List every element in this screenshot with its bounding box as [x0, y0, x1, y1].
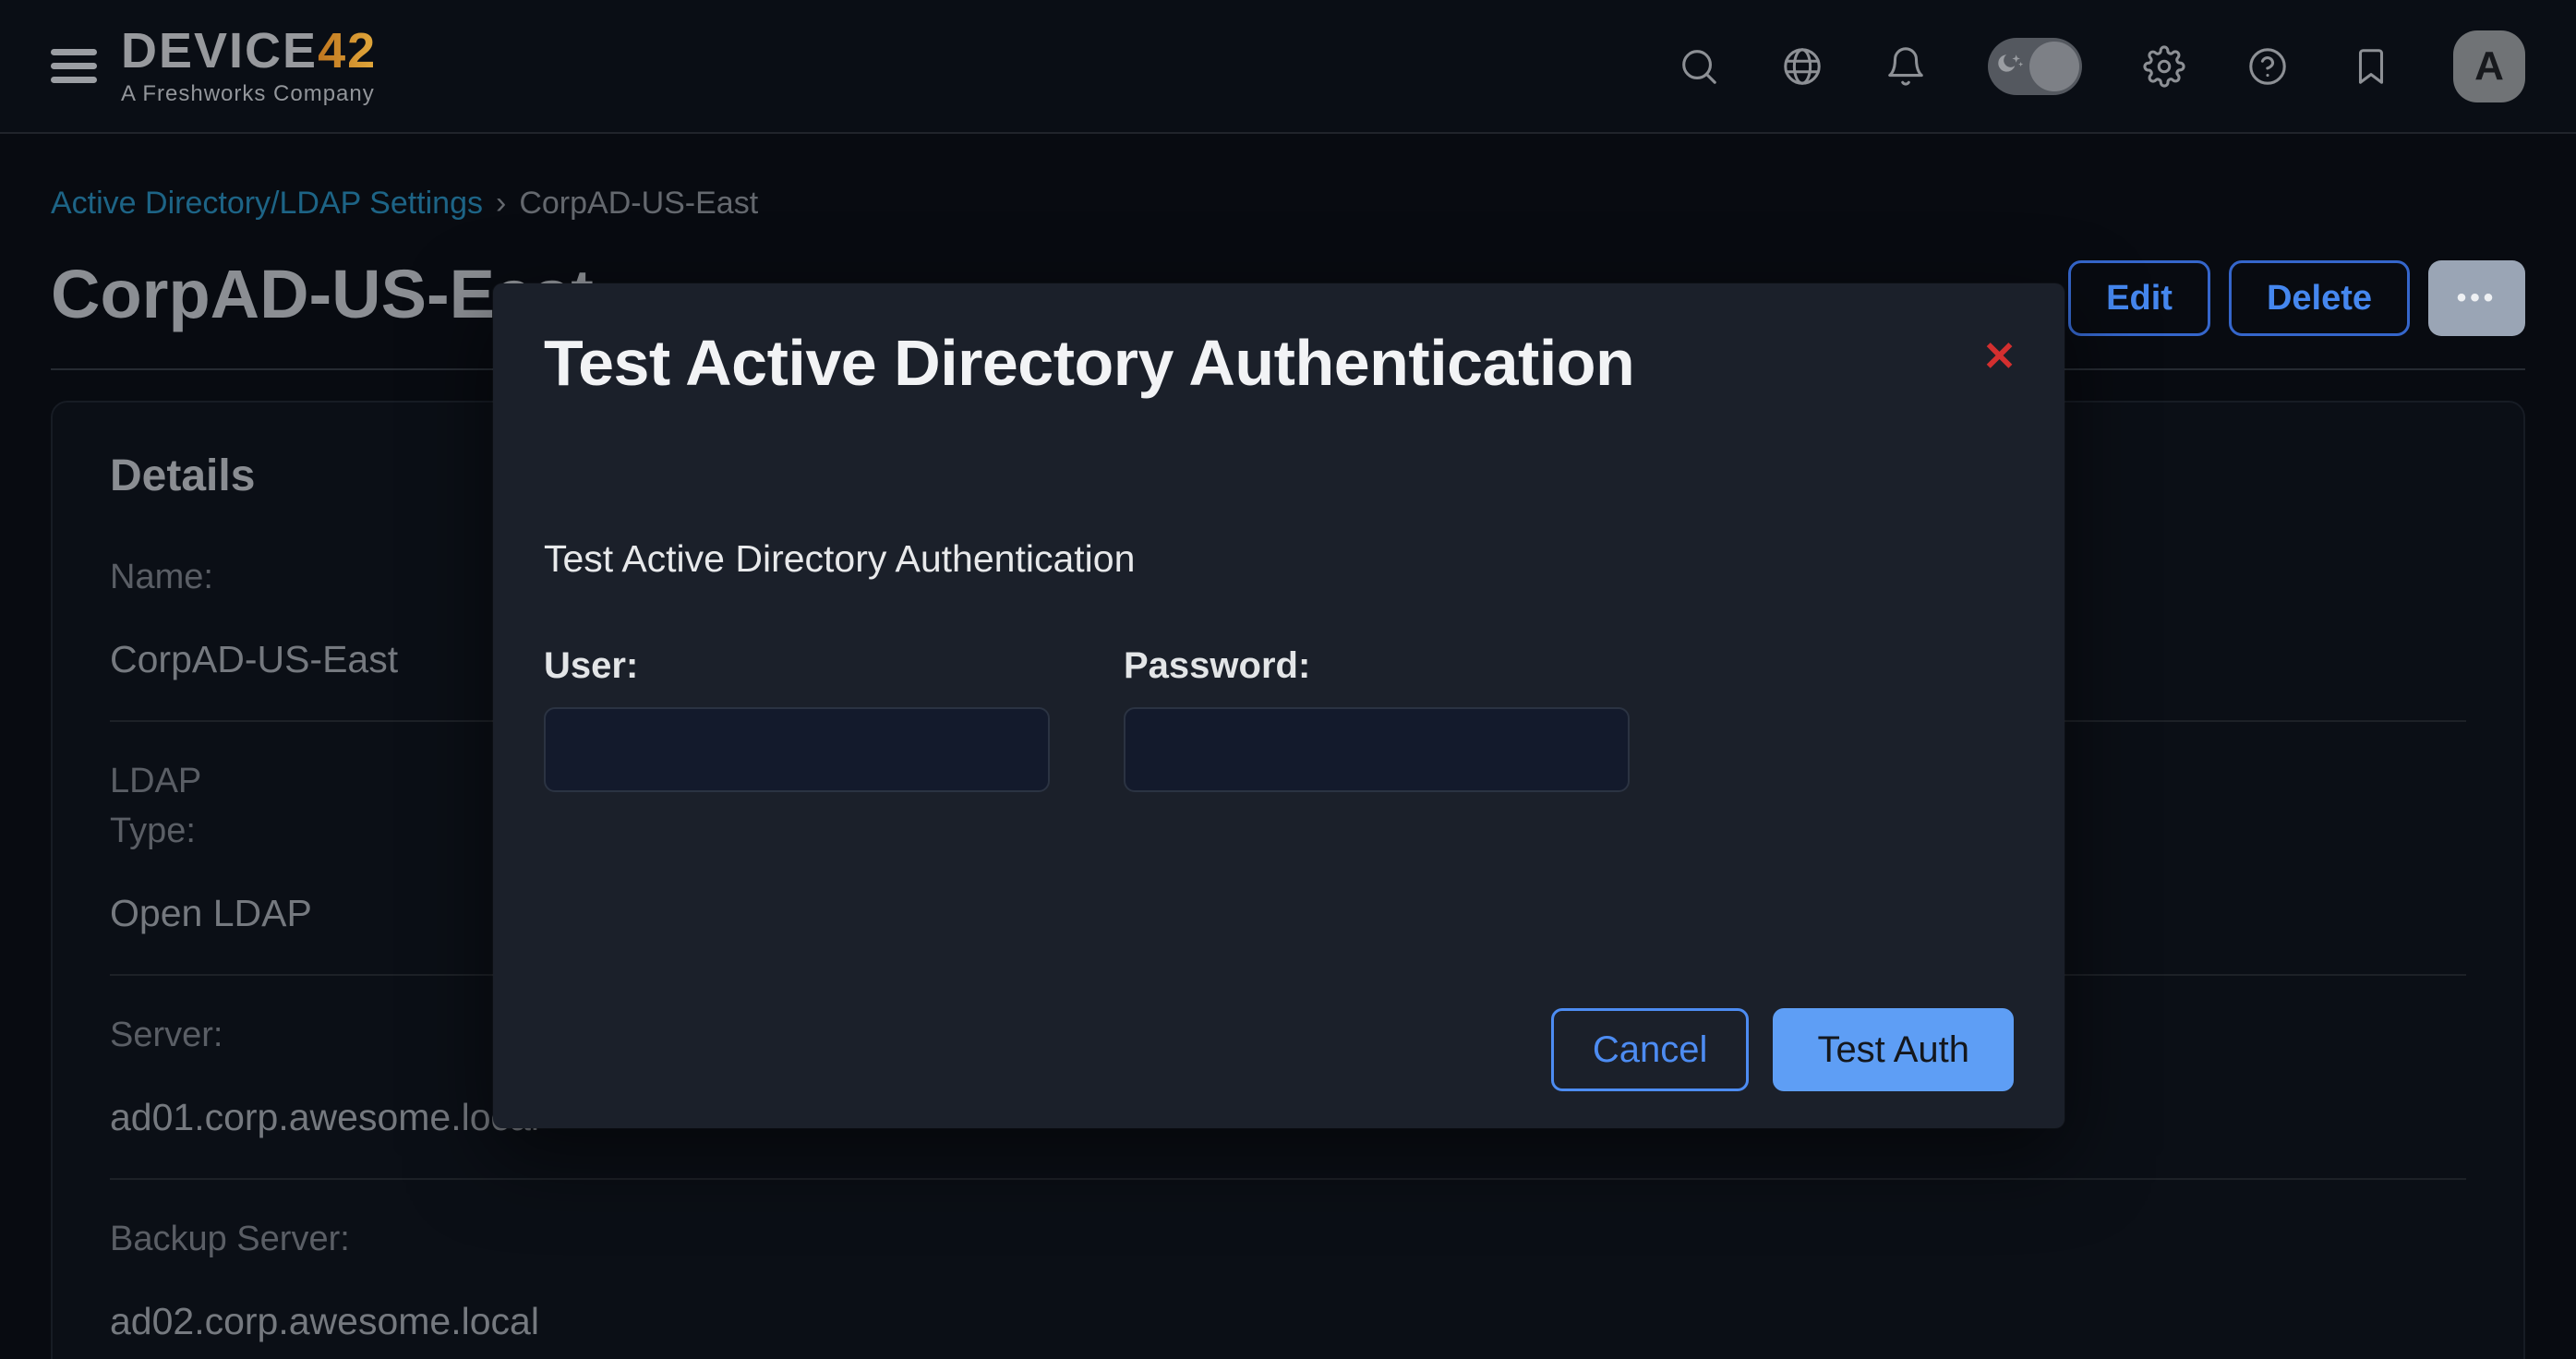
user-input[interactable]	[544, 707, 1050, 792]
password-field-group: Password:	[1124, 645, 1630, 792]
password-field-label: Password:	[1124, 645, 1630, 687]
modal-backdrop[interactable]: Test Active Directory Authentication ✕ T…	[0, 0, 2576, 1359]
test-auth-button[interactable]: Test Auth	[1773, 1008, 2014, 1091]
cancel-button[interactable]: Cancel	[1551, 1008, 1750, 1091]
modal-footer: Cancel Test Auth	[493, 1008, 2064, 1128]
password-input[interactable]	[1124, 707, 1630, 792]
close-icon[interactable]: ✕	[1973, 328, 2026, 387]
modal-header: Test Active Directory Authentication ✕	[493, 283, 2064, 399]
test-auth-modal: Test Active Directory Authentication ✕ T…	[493, 283, 2064, 1128]
modal-title: Test Active Directory Authentication	[544, 328, 1634, 399]
modal-fields: User: Password:	[544, 645, 2014, 792]
user-field-group: User:	[544, 645, 1050, 792]
user-field-label: User:	[544, 645, 1050, 687]
modal-body: Test Active Directory Authentication Use…	[493, 399, 2064, 792]
modal-subtitle: Test Active Directory Authentication	[544, 537, 2014, 581]
